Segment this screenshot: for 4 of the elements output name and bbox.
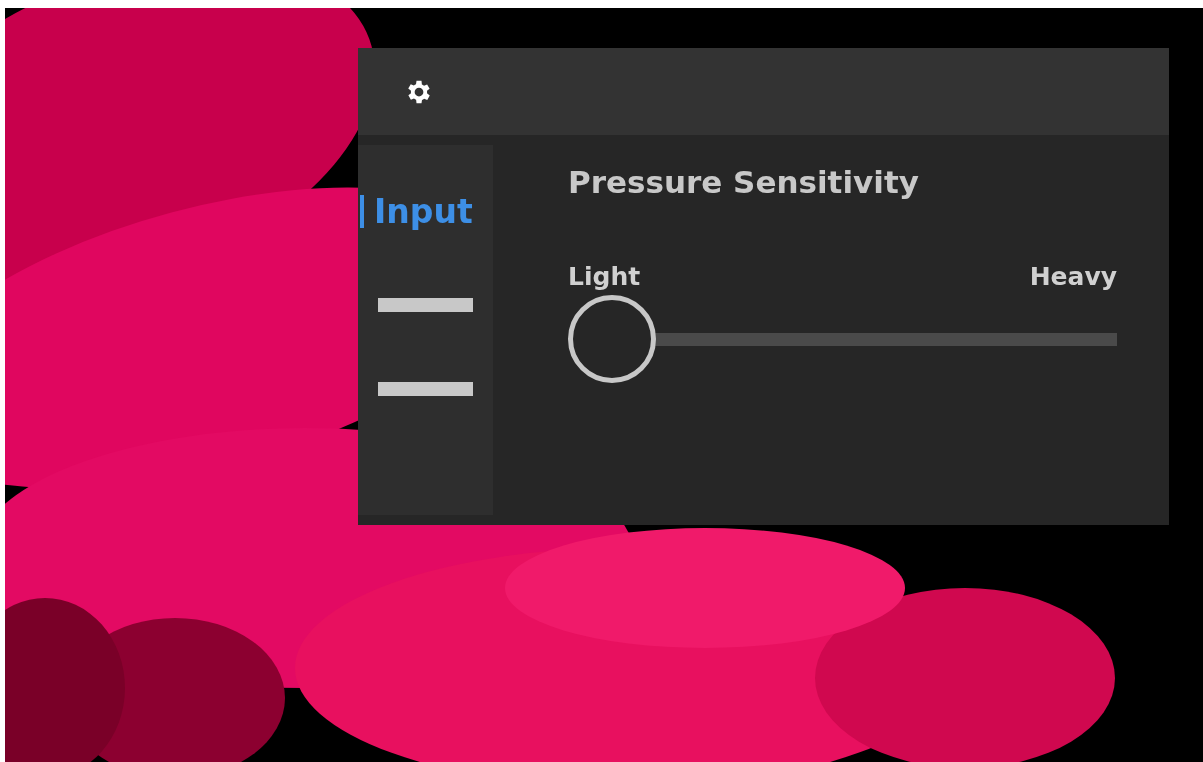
slider-max-label: Heavy (1029, 260, 1117, 293)
sidebar-tab[interactable]: Input (360, 195, 473, 228)
section-title: Pressure Sensitivity (568, 163, 920, 202)
slider-min-label: Light (568, 260, 641, 293)
